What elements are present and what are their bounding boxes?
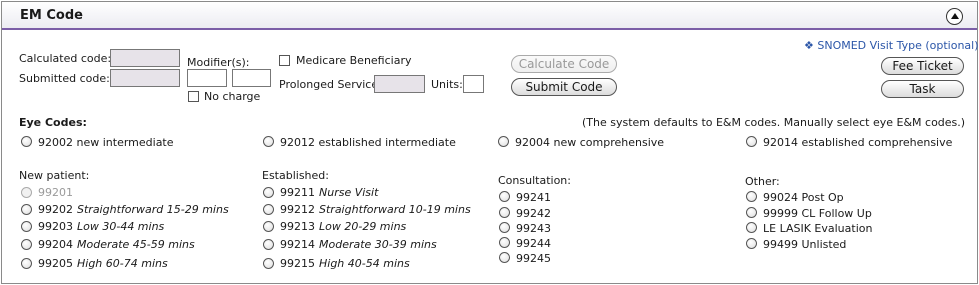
snomed-visit-type-link[interactable]: ❖ SNOMED Visit Type (optional) — [804, 39, 979, 52]
established-radio[interactable] — [263, 221, 274, 232]
new-patient-option: 99204 Moderate 45-59 mins — [38, 238, 195, 251]
submit-code-button[interactable]: Submit Code — [511, 78, 617, 96]
consultation-option: 99241 — [516, 191, 551, 204]
established-option: 99213 Low 20-29 mins — [280, 220, 407, 233]
established-option: 99211 Nurse Visit — [280, 186, 379, 199]
established-option: 99215 High 40-54 mins — [280, 257, 410, 270]
consultation-option: 99243 — [516, 222, 551, 235]
eye-code-radio[interactable] — [498, 136, 509, 147]
established-radio[interactable] — [263, 258, 274, 269]
other-label: Other: — [745, 175, 780, 188]
prolonged-service-field[interactable] — [374, 75, 425, 93]
established-radio[interactable] — [263, 204, 274, 215]
calculate-code-button[interactable]: Calculate Code — [511, 55, 617, 73]
eye-code-option: 92004 new comprehensive — [515, 136, 665, 149]
consultation-label: Consultation: — [498, 174, 571, 187]
eye-code-radio[interactable] — [746, 136, 757, 147]
established-option: 99212 Straightforward 10-19 mins — [280, 203, 471, 216]
medicare-beneficiary-label: Medicare Beneficiary — [296, 54, 412, 67]
prolonged-service-label: Prolonged Service: — [279, 78, 382, 91]
other-radio[interactable] — [746, 222, 757, 233]
other-option: 99999 CL Follow Up — [763, 207, 872, 220]
established-label: Established: — [262, 169, 329, 182]
established-option: 99214 Moderate 30-39 mins — [280, 238, 437, 251]
diamond-icon: ❖ — [804, 39, 814, 52]
submitted-code-label: Submitted code: — [19, 72, 110, 85]
calculated-code-field — [110, 49, 180, 67]
panel-header: EM Code — [2, 2, 977, 30]
new-patient-radio[interactable] — [21, 221, 32, 232]
established-radio[interactable] — [263, 187, 274, 198]
new-patient-radio[interactable] — [21, 258, 32, 269]
other-radio[interactable] — [746, 207, 757, 218]
eye-codes-label: Eye Codes: — [19, 116, 87, 129]
no-charge-checkbox[interactable] — [188, 91, 199, 102]
new-patient-option: 99201 — [38, 186, 73, 199]
task-button[interactable]: Task — [881, 80, 964, 98]
eye-code-option: 92012 established intermediate — [280, 136, 456, 149]
eye-code-option: 92002 new intermediate — [38, 136, 174, 149]
no-charge-label: No charge — [204, 90, 261, 103]
other-radio[interactable] — [746, 238, 757, 249]
consultation-radio[interactable] — [499, 207, 510, 218]
fee-ticket-button[interactable]: Fee Ticket — [881, 57, 964, 75]
modifiers-label: Modifier(s): — [187, 56, 250, 69]
collapse-up-icon[interactable] — [946, 8, 963, 25]
new-patient-label: New patient: — [19, 169, 90, 182]
units-label: Units: — [431, 78, 463, 91]
new-patient-radio[interactable] — [21, 187, 32, 198]
consultation-radio[interactable] — [499, 252, 510, 263]
consultation-option: 99245 — [516, 252, 551, 265]
established-radio[interactable] — [263, 239, 274, 250]
consultation-radio[interactable] — [499, 222, 510, 233]
eye-codes-note: (The system defaults to E&M codes. Manua… — [582, 116, 966, 129]
new-patient-option: 99202 Straightforward 15-29 mins — [38, 203, 229, 216]
new-patient-option: 99203 Low 30-44 mins — [38, 220, 165, 233]
other-radio[interactable] — [746, 191, 757, 202]
new-patient-option: 99205 High 60-74 mins — [38, 257, 168, 270]
eye-code-option: 92014 established comprehensive — [763, 136, 953, 149]
consultation-radio[interactable] — [499, 237, 510, 248]
panel-title: EM Code — [20, 8, 83, 23]
eye-code-radio[interactable] — [263, 136, 274, 147]
medicare-beneficiary-checkbox[interactable] — [279, 55, 290, 66]
other-option: 99024 Post Op — [763, 191, 844, 204]
consultation-radio[interactable] — [499, 191, 510, 202]
units-input[interactable] — [463, 75, 484, 93]
other-option: LE LASIK Evaluation — [763, 222, 873, 235]
calculated-code-label: Calculated code: — [19, 52, 112, 65]
modifier-1-input[interactable] — [187, 69, 227, 87]
consultation-option: 99242 — [516, 207, 551, 220]
submitted-code-field[interactable] — [110, 69, 180, 87]
new-patient-radio[interactable] — [21, 239, 32, 250]
eye-code-radio[interactable] — [21, 136, 32, 147]
other-option: 99499 Unlisted — [763, 238, 847, 251]
consultation-option: 99244 — [516, 237, 551, 250]
modifier-2-input[interactable] — [232, 69, 271, 87]
new-patient-radio[interactable] — [21, 204, 32, 215]
em-code-panel: EM Code Calculated code: Submitted code:… — [1, 1, 979, 284]
